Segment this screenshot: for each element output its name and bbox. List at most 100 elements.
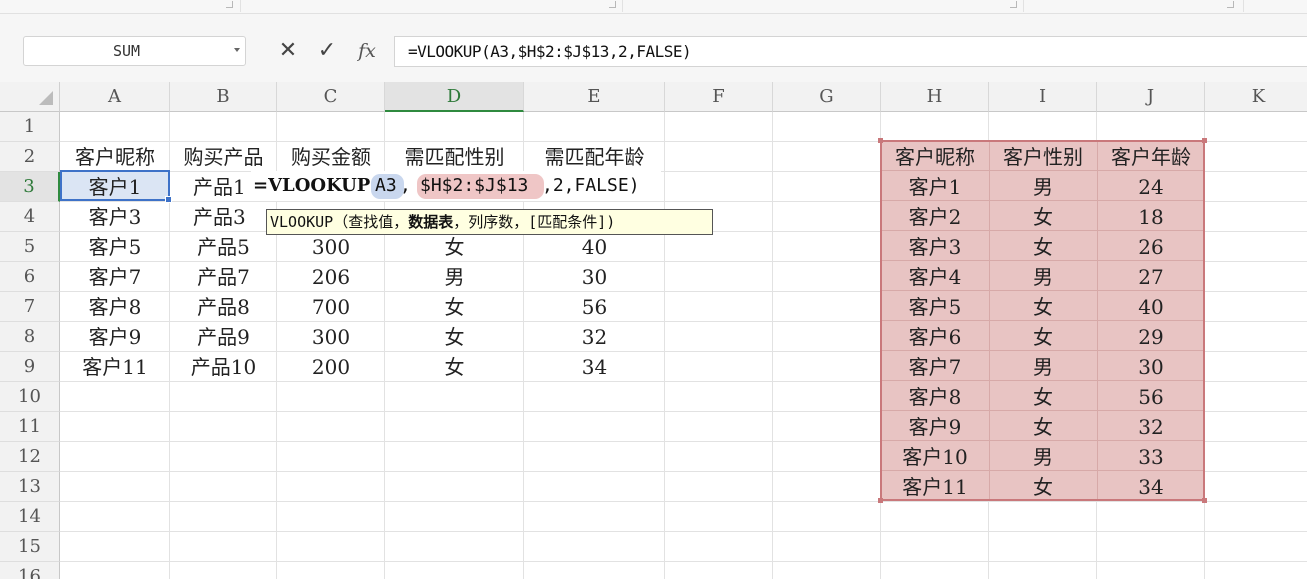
- cell-d8[interactable]: 女: [385, 322, 524, 352]
- column-header-e[interactable]: E: [524, 82, 665, 112]
- column-header-a[interactable]: A: [60, 82, 170, 112]
- lookup-cell[interactable]: 女: [989, 412, 1097, 442]
- name-box[interactable]: SUM: [23, 36, 246, 66]
- row-header-16[interactable]: 16: [0, 562, 60, 579]
- lookup-cell[interactable]: 40: [1097, 292, 1205, 322]
- lookup-cell[interactable]: 24: [1097, 172, 1205, 202]
- cell-d2[interactable]: 需匹配性别: [385, 142, 524, 172]
- column-header-j[interactable]: J: [1097, 82, 1205, 112]
- group-launcher-icon[interactable]: [1227, 1, 1234, 8]
- lookup-cell[interactable]: 客户7: [881, 352, 989, 382]
- select-all-corner[interactable]: [0, 82, 60, 112]
- cell-b4[interactable]: 产品3: [193, 202, 265, 232]
- cell-e6[interactable]: 30: [524, 262, 665, 292]
- cell-a2[interactable]: 客户昵称: [60, 142, 170, 172]
- lookup-cell[interactable]: 女: [989, 322, 1097, 352]
- lookup-cell[interactable]: 客户6: [881, 322, 989, 352]
- chevron-down-icon[interactable]: [234, 48, 240, 52]
- cell-j2[interactable]: 客户年龄: [1097, 142, 1205, 172]
- lookup-cell[interactable]: 男: [989, 442, 1097, 472]
- cell-b6[interactable]: 产品7: [170, 262, 277, 292]
- formula-arg-a3[interactable]: A3: [375, 171, 397, 201]
- lookup-cell[interactable]: 女: [989, 292, 1097, 322]
- row-header-10[interactable]: 10: [0, 382, 60, 412]
- lookup-cell[interactable]: 客户4: [881, 262, 989, 292]
- lookup-cell[interactable]: 客户10: [881, 442, 989, 472]
- column-header-g[interactable]: G: [773, 82, 881, 112]
- lookup-cell[interactable]: 男: [989, 172, 1097, 202]
- cell-d5[interactable]: 女: [385, 232, 524, 262]
- cell-a9[interactable]: 客户11: [60, 352, 170, 382]
- cancel-icon[interactable]: ✕: [275, 38, 301, 64]
- cell-c2[interactable]: 购买金额: [277, 142, 385, 172]
- column-header-c[interactable]: C: [277, 82, 385, 112]
- worksheet[interactable]: A B C D E F G H I J K 1 2 3 4 5 6 7 8 9 …: [0, 82, 1307, 579]
- cell-d7[interactable]: 女: [385, 292, 524, 322]
- lookup-cell[interactable]: 18: [1097, 202, 1205, 232]
- lookup-cell[interactable]: 男: [989, 352, 1097, 382]
- column-header-f[interactable]: F: [665, 82, 773, 112]
- lookup-cell[interactable]: 客户9: [881, 412, 989, 442]
- column-header-h[interactable]: H: [881, 82, 989, 112]
- row-header-4[interactable]: 4: [0, 202, 60, 232]
- lookup-cell[interactable]: 34: [1097, 472, 1205, 502]
- lookup-cell[interactable]: 客户1: [881, 172, 989, 202]
- cell-h2[interactable]: 客户昵称: [881, 142, 989, 172]
- lookup-cell[interactable]: 29: [1097, 322, 1205, 352]
- cell-e5[interactable]: 40: [524, 232, 665, 262]
- row-header-12[interactable]: 12: [0, 442, 60, 472]
- row-header-9[interactable]: 9: [0, 352, 60, 382]
- cell-c5[interactable]: 300: [277, 232, 385, 262]
- lookup-cell[interactable]: 27: [1097, 262, 1205, 292]
- lookup-cell[interactable]: 客户2: [881, 202, 989, 232]
- row-header-6[interactable]: 6: [0, 262, 60, 292]
- lookup-cell[interactable]: 女: [989, 232, 1097, 262]
- cell-d6[interactable]: 男: [385, 262, 524, 292]
- cell-d9[interactable]: 女: [385, 352, 524, 382]
- cell-a6[interactable]: 客户7: [60, 262, 170, 292]
- row-header-1[interactable]: 1: [0, 112, 60, 142]
- enter-icon[interactable]: ✓: [314, 38, 340, 64]
- cell-e9[interactable]: 34: [524, 352, 665, 382]
- row-header-8[interactable]: 8: [0, 322, 60, 352]
- cell-c9[interactable]: 200: [277, 352, 385, 382]
- group-launcher-icon[interactable]: [226, 1, 233, 8]
- lookup-cell[interactable]: 客户11: [881, 472, 989, 502]
- row-header-7[interactable]: 7: [0, 292, 60, 322]
- column-header-d[interactable]: D: [385, 82, 524, 112]
- row-header-14[interactable]: 14: [0, 502, 60, 532]
- cell-b7[interactable]: 产品8: [170, 292, 277, 322]
- lookup-cell[interactable]: 女: [989, 472, 1097, 502]
- cell-e2[interactable]: 需匹配年龄: [524, 142, 665, 172]
- column-header-i[interactable]: I: [989, 82, 1097, 112]
- cell-c8[interactable]: 300: [277, 322, 385, 352]
- formula-input[interactable]: =VLOOKUP(A3,$H$2:$J$13,2,FALSE): [394, 36, 1307, 67]
- lookup-cell[interactable]: 女: [989, 202, 1097, 232]
- cell-a7[interactable]: 客户8: [60, 292, 170, 322]
- cell-b8[interactable]: 产品9: [170, 322, 277, 352]
- lookup-cell[interactable]: 女: [989, 382, 1097, 412]
- cell-e7[interactable]: 56: [524, 292, 665, 322]
- cell-a5[interactable]: 客户5: [60, 232, 170, 262]
- row-header-2[interactable]: 2: [0, 142, 60, 172]
- row-header-5[interactable]: 5: [0, 232, 60, 262]
- lookup-cell[interactable]: 26: [1097, 232, 1205, 262]
- lookup-cell[interactable]: 32: [1097, 412, 1205, 442]
- column-header-k[interactable]: K: [1205, 82, 1307, 112]
- lookup-cell[interactable]: 30: [1097, 352, 1205, 382]
- group-launcher-icon[interactable]: [609, 1, 616, 8]
- lookup-cell[interactable]: 56: [1097, 382, 1205, 412]
- row-header-13[interactable]: 13: [0, 472, 60, 502]
- cell-i2[interactable]: 客户性别: [989, 142, 1097, 172]
- row-header-3[interactable]: 3: [0, 172, 60, 202]
- cell-b3[interactable]: 产品1: [193, 172, 251, 202]
- cell-a3[interactable]: 客户1: [60, 172, 170, 202]
- cell-a4[interactable]: 客户3: [60, 202, 170, 232]
- cell-e8[interactable]: 32: [524, 322, 665, 352]
- cell-b9[interactable]: 产品10: [170, 352, 277, 382]
- row-header-15[interactable]: 15: [0, 532, 60, 562]
- column-header-b[interactable]: B: [170, 82, 277, 112]
- cell-b2[interactable]: 购买产品: [170, 142, 277, 172]
- group-launcher-icon[interactable]: [1010, 1, 1017, 8]
- lookup-cell[interactable]: 客户3: [881, 232, 989, 262]
